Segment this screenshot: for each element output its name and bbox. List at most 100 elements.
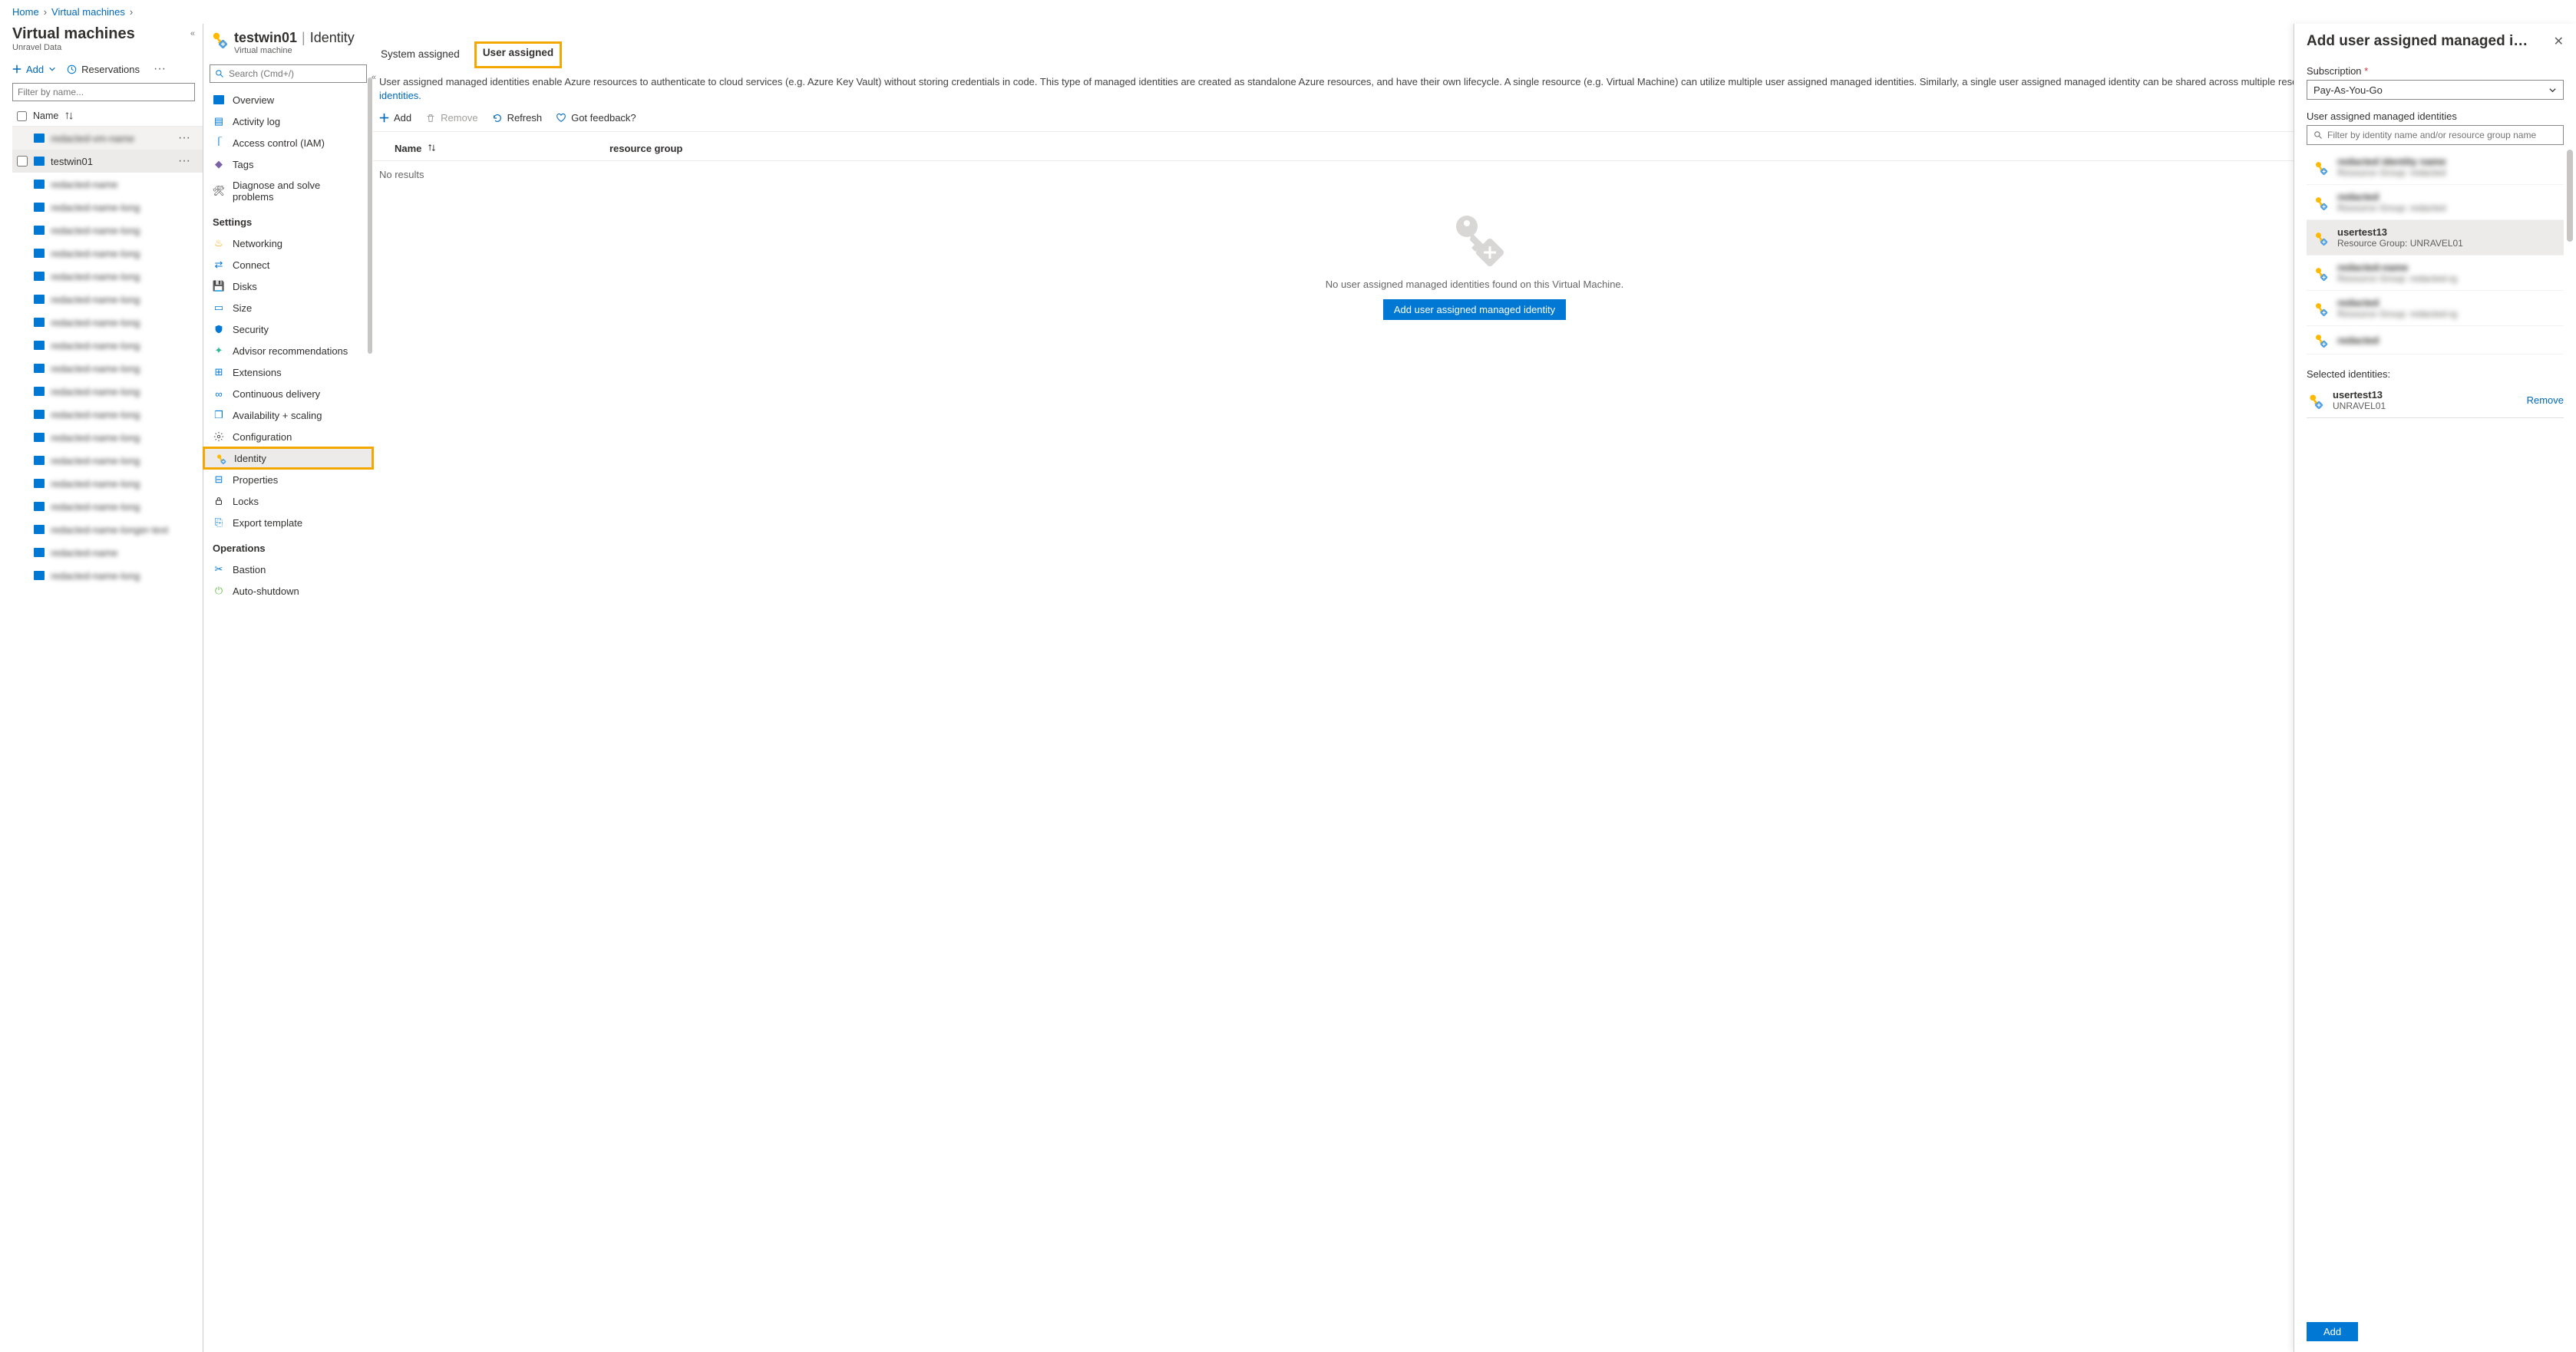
menu-bastion[interactable]: ✂Bastion bbox=[203, 559, 373, 580]
extensions-icon: ⊞ bbox=[213, 366, 225, 378]
bastion-icon: ✂ bbox=[213, 563, 225, 575]
refresh-button[interactable]: Refresh bbox=[492, 112, 543, 124]
scrollbar-thumb[interactable] bbox=[368, 77, 372, 354]
search-icon bbox=[2313, 130, 2323, 140]
sort-icon[interactable] bbox=[428, 143, 436, 152]
vm-row[interactable]: redacted-name-longer-text bbox=[12, 518, 203, 541]
page-title: Virtual machines bbox=[12, 25, 135, 43]
identity-row[interactable]: redactedResource Group: redacted-rg bbox=[2307, 291, 2564, 326]
breadcrumb-home[interactable]: Home bbox=[12, 6, 39, 18]
menu-security[interactable]: Security bbox=[203, 318, 373, 340]
menu-activity-log[interactable]: ▤Activity log bbox=[203, 110, 373, 132]
menu-iam[interactable]: ᥬAccess control (IAM) bbox=[203, 132, 373, 153]
vm-list-panel: Virtual machines « Unravel Data Add Rese… bbox=[0, 24, 203, 1352]
vm-row[interactable]: redacted-name-long bbox=[12, 426, 203, 449]
command-bar: Add Remove Refresh Got feedback? bbox=[373, 103, 2576, 132]
menu-locks[interactable]: Locks bbox=[203, 490, 373, 512]
vm-icon bbox=[34, 364, 45, 373]
feedback-button[interactable]: Got feedback? bbox=[556, 112, 636, 124]
vm-row[interactable]: redacted-vm-name··· bbox=[12, 127, 203, 150]
menu-availability[interactable]: ❐Availability + scaling bbox=[203, 404, 373, 426]
vm-row[interactable]: redacted-name-long bbox=[12, 219, 203, 242]
vm-row[interactable]: redacted-name-long bbox=[12, 403, 203, 426]
vm-icon bbox=[34, 341, 45, 350]
disk-icon: 💾 bbox=[213, 280, 225, 292]
breadcrumb-vms[interactable]: Virtual machines bbox=[51, 6, 125, 18]
add-button[interactable]: Add bbox=[379, 112, 411, 124]
vm-row[interactable]: redacted-name-long bbox=[12, 380, 203, 403]
vm-row[interactable]: redacted-name-long bbox=[12, 242, 203, 265]
panel-add-button[interactable]: Add bbox=[2307, 1322, 2358, 1341]
filter-vm-input[interactable] bbox=[12, 83, 195, 101]
selected-identity-row: usertest13 UNRAVEL01 Remove bbox=[2307, 386, 2564, 418]
vm-row[interactable]: redacted-name-long bbox=[12, 564, 203, 587]
chevron-right-icon: › bbox=[130, 6, 133, 18]
vm-row[interactable]: redacted-name bbox=[12, 541, 203, 564]
sort-arrows-icon[interactable] bbox=[64, 111, 74, 120]
menu-overview[interactable]: Overview bbox=[203, 89, 373, 110]
tab-user-assigned[interactable]: User assigned bbox=[477, 44, 560, 66]
menu-search-input[interactable] bbox=[210, 64, 367, 83]
vm-row[interactable]: redacted-name-long bbox=[12, 449, 203, 472]
menu-export-template[interactable]: ⎘Export template bbox=[203, 512, 373, 533]
menu-properties[interactable]: ⊟Properties bbox=[203, 469, 373, 490]
menu-diagnose[interactable]: 🛠Diagnose and solve problems bbox=[203, 175, 373, 207]
identity-row-selected[interactable]: usertest13 Resource Group: UNRAVEL01 bbox=[2307, 220, 2564, 256]
identity-icon bbox=[2313, 230, 2328, 246]
scrollbar-thumb[interactable] bbox=[2567, 150, 2573, 242]
select-all-checkbox[interactable] bbox=[17, 111, 27, 121]
menu-disks[interactable]: 💾Disks bbox=[203, 275, 373, 297]
row-more-icon[interactable]: ··· bbox=[175, 155, 193, 167]
log-icon: ▤ bbox=[213, 115, 225, 127]
vm-row[interactable]: redacted-name-long bbox=[12, 495, 203, 518]
col-name-header[interactable]: Name bbox=[395, 143, 421, 154]
identity-icon bbox=[2313, 160, 2328, 175]
column-name-header[interactable]: Name bbox=[33, 110, 58, 121]
vm-row[interactable]: redacted-name bbox=[12, 173, 203, 196]
vm-row[interactable]: redacted-name-long bbox=[12, 196, 203, 219]
main-content: System assigned User assigned User assig… bbox=[373, 24, 2576, 1352]
menu-networking[interactable]: ♨Networking bbox=[203, 232, 373, 254]
identity-row[interactable]: redacted identity nameResource Group: re… bbox=[2307, 150, 2564, 185]
vm-row[interactable]: redacted-name-long bbox=[12, 472, 203, 495]
lock-icon bbox=[213, 495, 225, 507]
col-rg-header[interactable]: resource group bbox=[609, 143, 682, 154]
identity-filter-input[interactable] bbox=[2307, 125, 2564, 145]
vm-row[interactable]: redacted-name-long bbox=[12, 357, 203, 380]
menu-tags[interactable]: ◆Tags bbox=[203, 153, 373, 175]
tab-system-assigned[interactable]: System assigned bbox=[379, 44, 461, 66]
vm-row[interactable]: redacted-name-long bbox=[12, 288, 203, 311]
resource-title: testwin01|Identity bbox=[234, 30, 355, 46]
chevron-down-icon bbox=[48, 65, 56, 73]
vm-row-selected[interactable]: testwin01 ··· bbox=[12, 150, 203, 173]
menu-continuous-delivery[interactable]: ∞Continuous delivery bbox=[203, 383, 373, 404]
identity-icon bbox=[2313, 195, 2328, 210]
identity-row[interactable]: redacted bbox=[2307, 326, 2564, 354]
row-more-icon[interactable]: ··· bbox=[175, 132, 193, 144]
vm-icon bbox=[34, 525, 45, 534]
menu-size[interactable]: ▭Size bbox=[203, 297, 373, 318]
add-vm-button[interactable]: Add bbox=[12, 64, 56, 75]
menu-extensions[interactable]: ⊞Extensions bbox=[203, 361, 373, 383]
subscription-select[interactable]: Pay-As-You-Go bbox=[2307, 80, 2564, 100]
row-checkbox[interactable] bbox=[17, 156, 28, 167]
vm-icon bbox=[34, 479, 45, 488]
vm-row[interactable]: redacted-name-long bbox=[12, 334, 203, 357]
vm-row[interactable]: redacted-name-long bbox=[12, 265, 203, 288]
add-uami-cta-button[interactable]: Add user assigned managed identity bbox=[1383, 299, 1566, 320]
menu-connect[interactable]: ⇄Connect bbox=[203, 254, 373, 275]
identity-row[interactable]: redactedResource Group: redacted bbox=[2307, 185, 2564, 220]
close-panel-button[interactable]: ✕ bbox=[2554, 34, 2564, 49]
more-actions-button[interactable]: ··· bbox=[150, 63, 169, 75]
reservations-button[interactable]: Reservations bbox=[67, 64, 140, 75]
menu-identity[interactable]: Identity bbox=[203, 447, 373, 469]
properties-icon: ⊟ bbox=[213, 473, 225, 486]
menu-advisor[interactable]: ✦Advisor recommendations bbox=[203, 340, 373, 361]
collapse-panel-icon[interactable]: « bbox=[190, 29, 195, 38]
identity-row[interactable]: redacted-nameResource Group: redacted-rg bbox=[2307, 256, 2564, 291]
vm-row[interactable]: redacted-name-long bbox=[12, 311, 203, 334]
gear-icon bbox=[213, 430, 225, 443]
menu-auto-shutdown[interactable]: ⏻Auto-shutdown bbox=[203, 580, 373, 602]
menu-configuration[interactable]: Configuration bbox=[203, 426, 373, 447]
remove-identity-link[interactable]: Remove bbox=[2527, 394, 2564, 406]
